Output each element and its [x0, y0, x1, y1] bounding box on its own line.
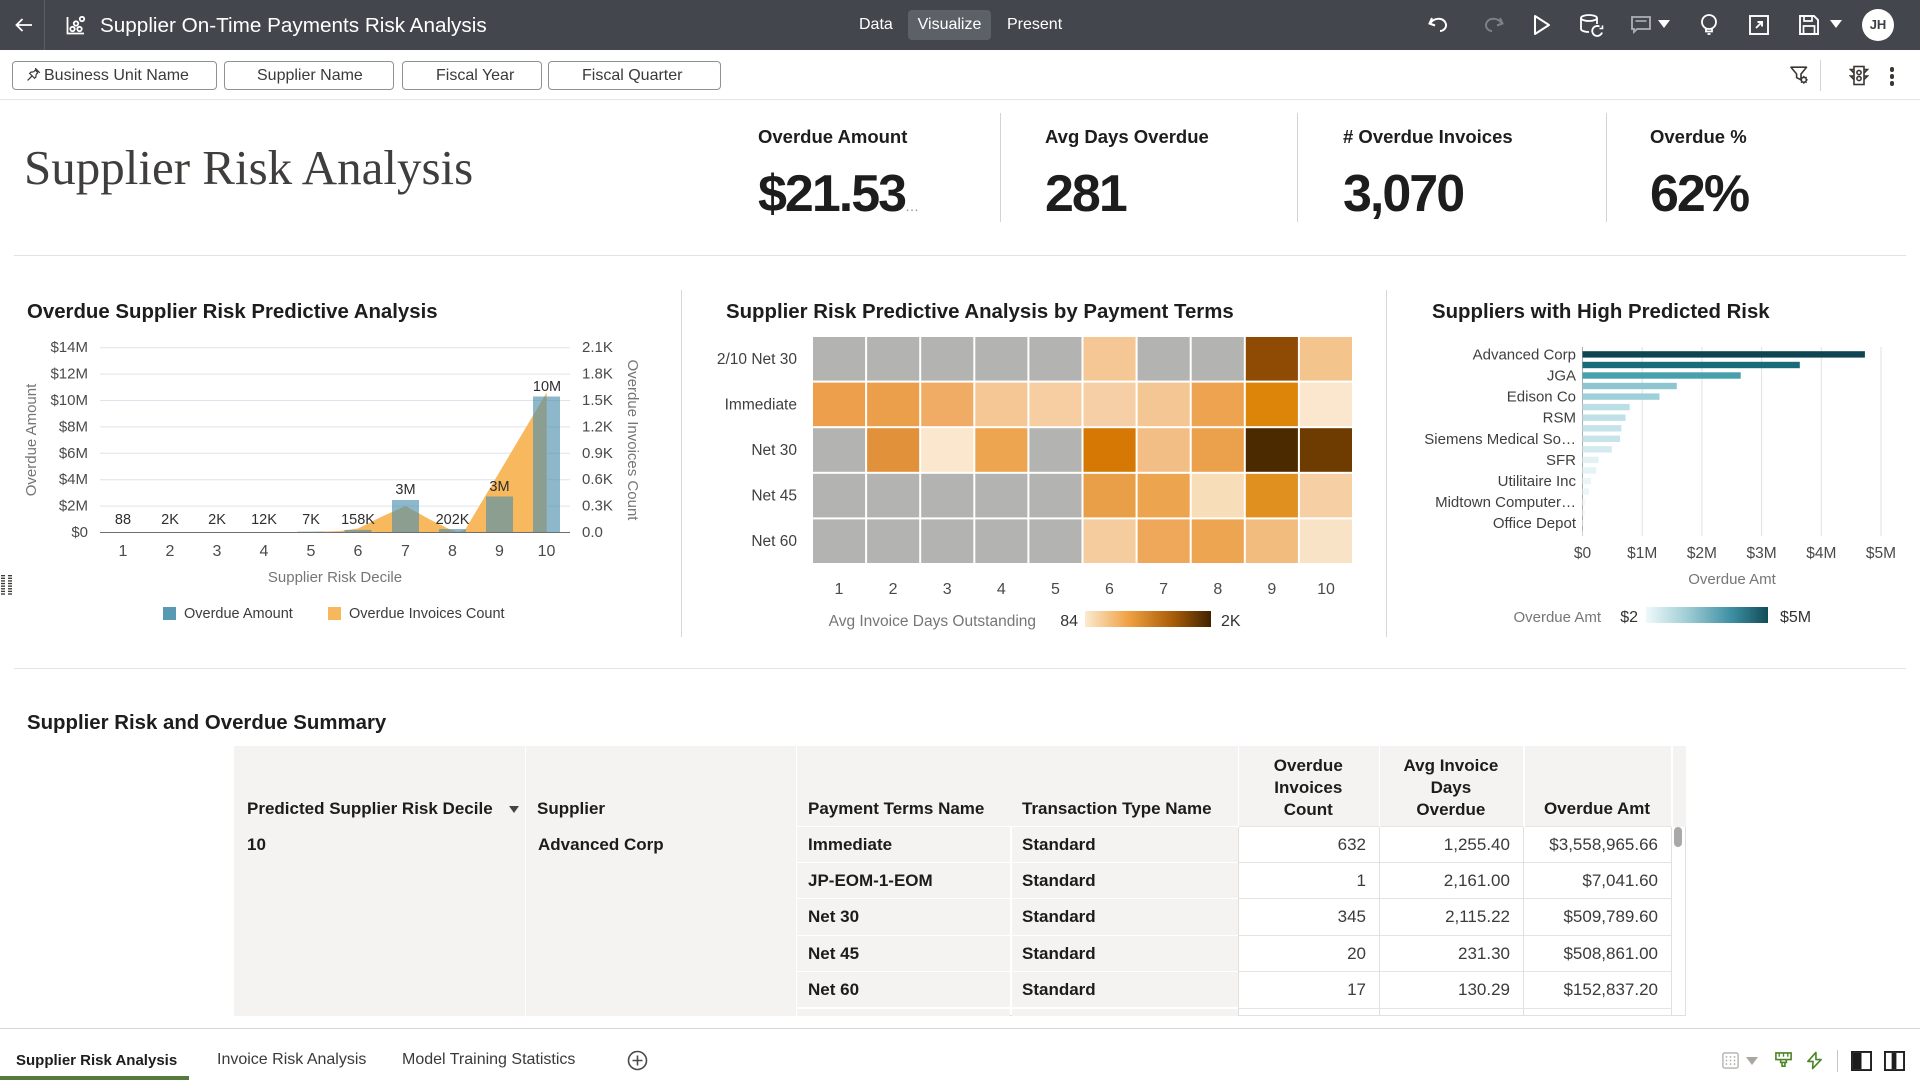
svg-text:$3M: $3M	[1747, 545, 1777, 562]
svg-text:Net 45: Net 45	[751, 488, 797, 505]
svg-text:7: 7	[1159, 581, 1168, 598]
svg-text:4: 4	[260, 543, 269, 560]
svg-text:$4M: $4M	[1806, 545, 1836, 562]
svg-text:9: 9	[495, 543, 504, 560]
svg-text:5: 5	[307, 543, 316, 560]
svg-text:7K: 7K	[302, 512, 320, 528]
svg-text:Net 60: Net 60	[751, 533, 797, 550]
svg-text:2/10 Net 30: 2/10 Net 30	[717, 351, 798, 368]
svg-text:RSM: RSM	[1543, 410, 1576, 427]
svg-text:6: 6	[354, 543, 363, 560]
svg-text:$0: $0	[71, 524, 88, 541]
svg-text:Overdue Invoices Count: Overdue Invoices Count	[349, 606, 505, 622]
svg-text:10M: 10M	[533, 379, 561, 395]
svg-text:8: 8	[1213, 581, 1222, 598]
svg-text:Overdue Amount: Overdue Amount	[184, 606, 293, 622]
svg-text:202K: 202K	[436, 512, 470, 528]
svg-text:Office Depot: Office Depot	[1493, 515, 1577, 532]
svg-text:$1M: $1M	[1627, 545, 1657, 562]
svg-text:2: 2	[166, 543, 175, 560]
svg-text:2: 2	[889, 581, 898, 598]
svg-text:0.6K: 0.6K	[582, 471, 613, 488]
svg-text:2K: 2K	[161, 512, 179, 528]
svg-text:Siemens Medical So…: Siemens Medical So…	[1424, 431, 1576, 448]
svg-text:Overdue Amt: Overdue Amt	[1513, 609, 1601, 626]
svg-text:12K: 12K	[251, 512, 277, 528]
svg-text:1: 1	[119, 543, 128, 560]
svg-text:Overdue Amount: Overdue Amount	[23, 383, 40, 496]
svg-text:Overdue Amt: Overdue Amt	[1688, 571, 1776, 588]
svg-text:1.2K: 1.2K	[582, 418, 613, 435]
svg-text:Midtown Computer…: Midtown Computer…	[1435, 494, 1576, 511]
svg-text:1: 1	[835, 581, 844, 598]
svg-text:Supplier Risk Decile: Supplier Risk Decile	[268, 569, 402, 586]
svg-text:Utilitaire Inc: Utilitaire Inc	[1498, 473, 1577, 490]
svg-text:9: 9	[1267, 581, 1276, 598]
svg-text:1.5K: 1.5K	[582, 392, 613, 409]
svg-text:Advanced Corp: Advanced Corp	[1473, 346, 1576, 363]
svg-text:8: 8	[448, 543, 457, 560]
svg-text:0.9K: 0.9K	[582, 445, 613, 462]
svg-text:$14M: $14M	[50, 339, 88, 356]
svg-text:2K: 2K	[1221, 613, 1241, 630]
svg-text:Avg Invoice Days Outstanding: Avg Invoice Days Outstanding	[829, 613, 1036, 630]
svg-text:10: 10	[1317, 581, 1335, 598]
svg-text:$2M: $2M	[59, 498, 88, 515]
svg-text:1.8K: 1.8K	[582, 366, 613, 383]
svg-text:10: 10	[538, 543, 556, 560]
svg-text:JGA: JGA	[1547, 368, 1576, 385]
svg-text:$10M: $10M	[50, 392, 88, 409]
svg-text:5: 5	[1051, 581, 1060, 598]
svg-text:$4M: $4M	[59, 471, 88, 488]
svg-text:88: 88	[115, 512, 131, 528]
svg-text:2K: 2K	[208, 512, 226, 528]
svg-text:$6M: $6M	[59, 445, 88, 462]
svg-text:Edison Co: Edison Co	[1507, 389, 1576, 406]
svg-text:Net 30: Net 30	[751, 442, 797, 459]
svg-text:6: 6	[1105, 581, 1114, 598]
svg-text:$5M: $5M	[1866, 545, 1896, 562]
svg-text:0.3K: 0.3K	[582, 498, 613, 515]
svg-text:$2: $2	[1620, 609, 1638, 626]
svg-text:84: 84	[1060, 613, 1078, 630]
svg-text:3M: 3M	[395, 482, 415, 498]
svg-text:7: 7	[401, 543, 410, 560]
svg-text:4: 4	[997, 581, 1006, 598]
svg-text:Overdue Invoices Count: Overdue Invoices Count	[624, 360, 641, 522]
svg-text:158K: 158K	[341, 512, 375, 528]
svg-text:$2M: $2M	[1687, 545, 1717, 562]
svg-text:3M: 3M	[489, 479, 509, 495]
svg-text:$12M: $12M	[50, 366, 88, 383]
svg-text:$5M: $5M	[1780, 609, 1811, 626]
svg-text:3: 3	[943, 581, 952, 598]
svg-text:$8M: $8M	[59, 418, 88, 435]
svg-text:0.0: 0.0	[582, 524, 603, 541]
svg-text:Immediate: Immediate	[725, 396, 797, 413]
svg-text:SFR: SFR	[1546, 452, 1576, 469]
svg-text:$0: $0	[1574, 545, 1592, 562]
svg-text:3: 3	[213, 543, 222, 560]
svg-text:2.1K: 2.1K	[582, 339, 613, 356]
